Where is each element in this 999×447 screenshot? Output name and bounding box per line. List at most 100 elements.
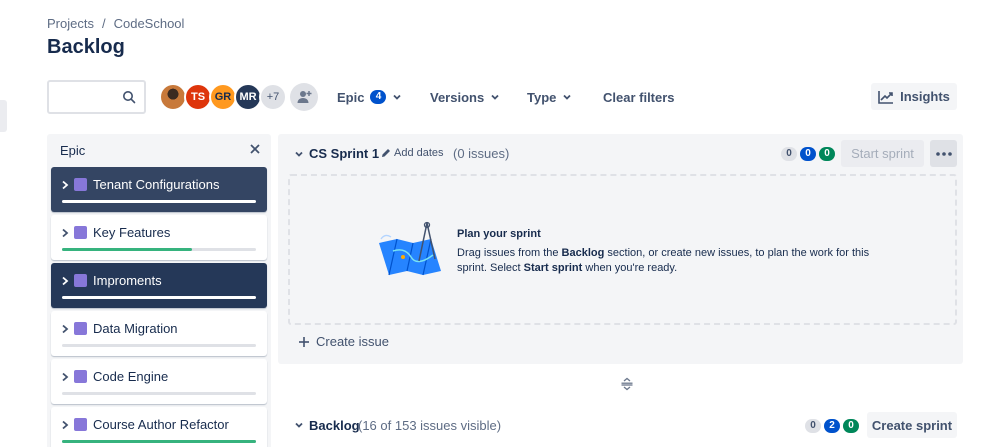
- epic-progress-bar: [62, 200, 256, 203]
- epic-progress-bar: [62, 440, 256, 443]
- pencil-icon: [382, 149, 390, 157]
- epic-item[interactable]: Data Migration: [51, 311, 267, 356]
- chevron-right-icon[interactable]: [61, 276, 69, 286]
- clear-filters-button[interactable]: Clear filters: [603, 80, 675, 114]
- chevron-right-icon[interactable]: [61, 324, 69, 334]
- epic-item[interactable]: Course Author Refactor: [51, 407, 267, 447]
- avatar-ts[interactable]: TS: [184, 83, 212, 111]
- add-person-button[interactable]: [290, 83, 318, 111]
- epic-progress-fill: [62, 440, 256, 443]
- more-actions-button[interactable]: [930, 140, 957, 167]
- trend-chart-icon: [878, 90, 894, 104]
- resize-handle-icon[interactable]: [620, 377, 634, 391]
- avatar-mr[interactable]: MR: [234, 83, 262, 111]
- close-icon[interactable]: [248, 142, 262, 156]
- epic-progress-fill: [62, 248, 192, 251]
- plus-icon: [299, 336, 309, 347]
- epic-progress-bar: [62, 248, 256, 251]
- page-title: Backlog: [47, 36, 125, 58]
- sprint-issue-count: (0 issues): [453, 146, 510, 161]
- type-filter-label: Type: [527, 89, 557, 105]
- plan-text-backlog: Backlog: [561, 247, 605, 259]
- epic-item-name: Improments: [93, 273, 162, 288]
- chevron-down-icon[interactable]: [294, 420, 304, 430]
- todo-count-badge: 0: [781, 147, 797, 161]
- backlog-title: Backlog: [309, 418, 360, 433]
- epic-item[interactable]: Improments: [51, 263, 267, 308]
- epic-item-name: Key Features: [93, 225, 171, 240]
- epic-item[interactable]: Code Engine: [51, 359, 267, 404]
- backlog-status-counts: 0 2 0: [805, 419, 859, 433]
- plan-sprint-title: Plan your sprint: [457, 228, 541, 240]
- backlog-toolbar: TS GR MR +7 Epic 4 Versions Type Clear f…: [47, 80, 957, 114]
- epic-filter-button[interactable]: Epic 4: [337, 80, 402, 114]
- done-count-badge: 0: [843, 419, 859, 433]
- chevron-right-icon[interactable]: [61, 228, 69, 238]
- avatar-more-count[interactable]: +7: [259, 83, 287, 111]
- epic-color-swatch: [74, 370, 87, 383]
- in-progress-count-badge: 0: [800, 147, 816, 161]
- versions-filter-label: Versions: [430, 89, 485, 105]
- backlog-header: Backlog (16 of 153 issues visible) 0 2 0…: [278, 410, 963, 447]
- chevron-right-icon[interactable]: [61, 372, 69, 382]
- more-dots-icon: [935, 151, 952, 156]
- epic-item-name: Data Migration: [93, 321, 178, 336]
- epic-panel-title: Epic: [60, 143, 86, 158]
- chevron-right-icon[interactable]: [61, 420, 69, 430]
- epic-filter-count-badge: 4: [370, 90, 387, 104]
- epic-item[interactable]: Tenant Configurations: [51, 167, 267, 212]
- breadcrumb-separator: /: [101, 16, 106, 31]
- epic-panel: Epic Tenant Configurations Key Features …: [47, 134, 271, 447]
- search-icon: [123, 91, 136, 104]
- breadcrumb-projects[interactable]: Projects: [47, 16, 94, 31]
- breadcrumb: Projects / CodeSchool: [47, 16, 184, 31]
- epic-item-name: Tenant Configurations: [93, 177, 220, 192]
- epic-item-name: Course Author Refactor: [93, 417, 229, 432]
- chevron-down-icon: [491, 94, 499, 100]
- epic-filter-label: Epic: [337, 89, 365, 105]
- left-rail-handle[interactable]: [0, 100, 7, 132]
- plan-text-start-sprint: Start sprint: [523, 262, 583, 274]
- create-sprint-button[interactable]: Create sprint: [867, 412, 957, 438]
- chevron-down-icon: [563, 94, 572, 100]
- type-filter-button[interactable]: Type: [527, 80, 572, 114]
- chevron-down-icon: [393, 94, 402, 100]
- epic-item-name: Code Engine: [93, 369, 169, 384]
- plan-text-part: when you're ready.: [582, 262, 678, 274]
- backlog-visible-count: (16 of 153 issues visible): [358, 418, 502, 433]
- epic-item[interactable]: Key Features: [51, 215, 267, 260]
- chevron-right-icon[interactable]: [61, 180, 69, 190]
- sprint-status-counts: 0 0 0: [781, 147, 835, 161]
- sprint-name[interactable]: CS Sprint 1: [309, 146, 379, 161]
- epic-color-swatch: [74, 322, 87, 335]
- search-field[interactable]: [47, 80, 146, 114]
- epic-color-swatch: [74, 418, 87, 431]
- epic-progress-bar: [62, 296, 256, 299]
- sprint-panel: CS Sprint 1 Add dates (0 issues) 0 0 0 S…: [278, 134, 963, 364]
- avatar-photo[interactable]: [159, 83, 187, 111]
- start-sprint-button[interactable]: Start sprint: [841, 140, 924, 167]
- versions-filter-button[interactable]: Versions: [430, 80, 500, 114]
- breadcrumb-project[interactable]: CodeSchool: [114, 16, 185, 31]
- chevron-down-icon[interactable]: [294, 149, 304, 159]
- add-person-icon: [297, 91, 312, 103]
- plan-text-part: Drag issues from the: [457, 247, 562, 259]
- todo-count-badge: 0: [805, 419, 821, 433]
- sprint-drop-zone[interactable]: Plan your sprint Drag issues from the Ba…: [288, 174, 957, 325]
- epic-color-swatch: [74, 226, 87, 239]
- add-dates-label: Add dates: [394, 147, 444, 159]
- add-dates-button[interactable]: Add dates: [381, 147, 444, 159]
- plan-sprint-illustration: [379, 221, 441, 276]
- avatar-gr[interactable]: GR: [209, 83, 237, 111]
- insights-label: Insights: [900, 89, 950, 104]
- in-progress-count-badge: 2: [824, 419, 840, 433]
- plan-sprint-text: Drag issues from the Backlog section, or…: [457, 246, 877, 276]
- search-input[interactable]: [55, 82, 125, 110]
- done-count-badge: 0: [819, 147, 835, 161]
- insights-button[interactable]: Insights: [871, 83, 957, 110]
- create-issue-label: Create issue: [316, 334, 389, 349]
- epic-color-swatch: [74, 274, 87, 287]
- create-issue-button[interactable]: Create issue: [298, 334, 389, 349]
- epic-progress-bar: [62, 344, 256, 347]
- epic-color-swatch: [74, 178, 87, 191]
